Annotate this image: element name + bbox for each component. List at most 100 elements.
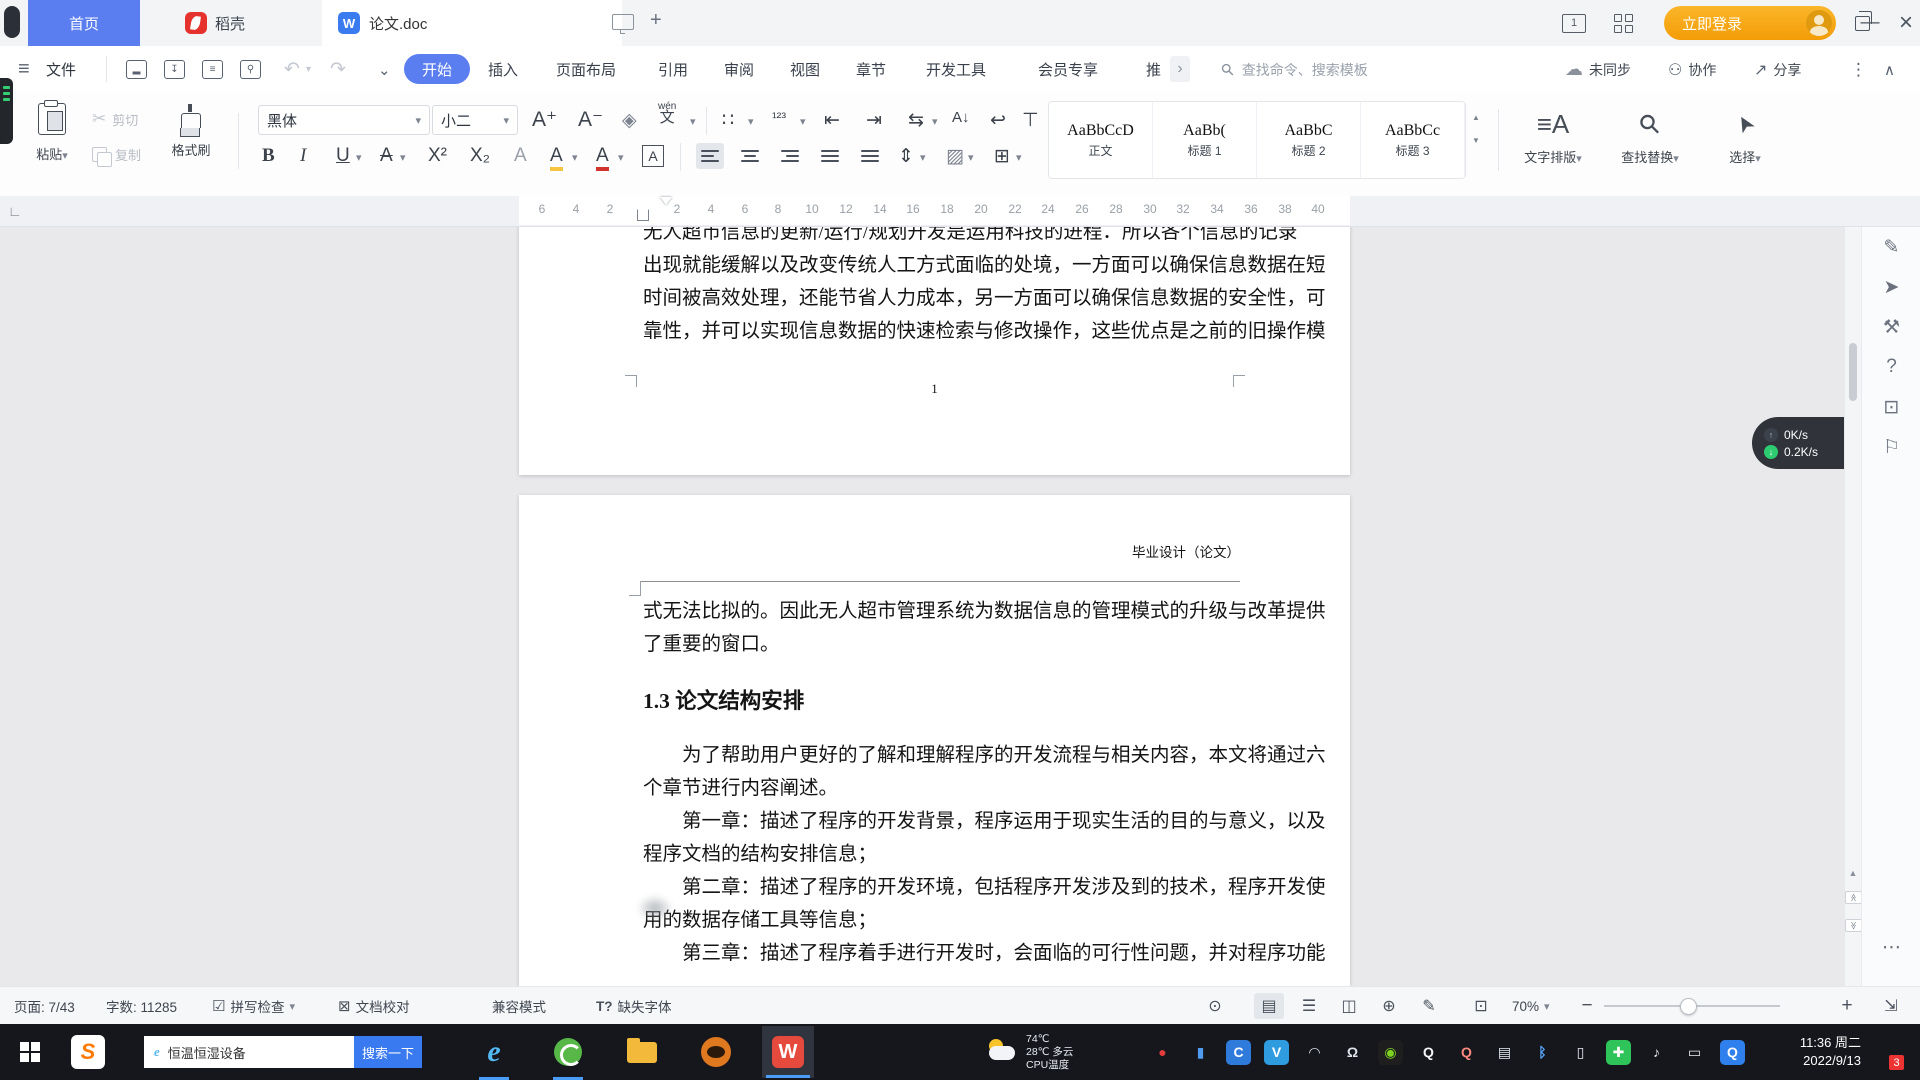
align-center-icon[interactable] [736, 143, 764, 169]
next-page-button[interactable]: ≫ [1846, 915, 1860, 935]
fit-page-icon[interactable]: ⊡ [1466, 993, 1496, 1019]
window-switch-icon[interactable]: 1 [1562, 0, 1596, 46]
outline-view-icon[interactable]: ☰ [1294, 993, 1324, 1019]
page-view-icon[interactable]: ▤ [1254, 993, 1284, 1019]
doc-line[interactable]: 式无法比拟的。因此无人超市管理系统为数据信息的管理模式的升级与改革提供 [643, 595, 1326, 628]
shading-icon[interactable]: ▨ [946, 145, 964, 168]
gallery-down-icon[interactable]: ▼ [1472, 136, 1480, 145]
style-item[interactable]: AaBbCcD 正文 [1049, 102, 1153, 178]
subscript-icon[interactable]: X₂ [470, 145, 490, 167]
tray-gpu-icon[interactable]: ◉ [1378, 1040, 1403, 1065]
find-replace-button[interactable]: ⚲ 查找替换▾ [1606, 107, 1694, 166]
tray-bluetooth-icon[interactable]: ᛒ [1530, 1040, 1555, 1065]
doc-proof-button[interactable]: ⊠ 文档校对 [338, 987, 410, 1025]
select-button[interactable]: ➤ 选择▾ [1712, 107, 1778, 166]
doc-line[interactable]: 了重要的窗口。 [643, 628, 1326, 661]
tray-display-icon[interactable]: ▭ [1682, 1040, 1707, 1065]
left-indent-marker[interactable] [637, 209, 649, 221]
taskbar-app-ie[interactable]: e [466, 1024, 522, 1080]
sogou-input-icon[interactable]: S [60, 1024, 116, 1080]
docked-widget[interactable] [4, 6, 20, 38]
text-effects-icon[interactable]: A [514, 145, 527, 167]
scroll-up-icon[interactable]: ▲ [1846, 863, 1860, 883]
screenshot-ocr-icon[interactable]: ⊡ [1862, 387, 1920, 427]
taskbar-search-button[interactable]: 搜索一下 [354, 1036, 422, 1068]
ribbon-tab-dev-tools[interactable]: 开发工具 [926, 46, 986, 93]
ribbon-tab-references[interactable]: 引用 [658, 46, 688, 93]
bold-icon[interactable]: B [262, 145, 275, 167]
increase-font-icon[interactable]: A⁺ [532, 107, 557, 132]
toolbox-icon[interactable]: ⚒ [1862, 307, 1920, 347]
tray-qq-2-icon[interactable]: Q [1454, 1040, 1479, 1065]
ribbon-tab-review[interactable]: 审阅 [724, 46, 754, 93]
section-heading[interactable]: 1.3 论文结构安排 [643, 685, 804, 718]
borders-caret-icon[interactable]: ▾ [1016, 151, 1022, 164]
tab-ruler-icon[interactable]: ⊤ [1022, 109, 1039, 132]
align-left-icon[interactable] [696, 143, 724, 169]
tab-home[interactable]: 首页 [28, 0, 140, 46]
apps-grid-icon[interactable] [1614, 0, 1644, 46]
tray-usb-icon[interactable]: ▮ [1188, 1040, 1213, 1065]
numbered-list-icon[interactable]: ¹²³ [772, 109, 786, 125]
zoom-slider-knob[interactable] [1680, 998, 1697, 1015]
print-icon[interactable]: ≡ [202, 46, 223, 93]
text-direction-icon[interactable]: A↓ [952, 109, 970, 126]
share-button[interactable]: ↗ 分享 [1754, 46, 1801, 93]
tray-security-shield-icon[interactable]: V [1264, 1040, 1289, 1065]
command-search[interactable]: ⚲ 查找命令、搜索模板 [1222, 46, 1368, 93]
spell-check-toggle[interactable]: ☑ 拼写检查▾ [212, 987, 295, 1025]
tray-notes-icon[interactable]: ▤ [1492, 1040, 1517, 1065]
page2-header[interactable]: 毕业设计（论文） [640, 543, 1240, 563]
weather-temp-block[interactable]: 74℃ 28℃ 多云 CPU温度 [1026, 1024, 1073, 1080]
doc-line[interactable]: 个章节进行内容阐述。 [643, 772, 1326, 805]
collaborate-button[interactable]: ⚇ 协作 [1668, 46, 1716, 93]
scrollbar-thumb[interactable] [1849, 343, 1857, 401]
tab-docer[interactable]: 稻壳 [140, 0, 290, 46]
bullet-caret-icon[interactable]: ▾ [748, 115, 754, 128]
zoom-out-icon[interactable]: − [1572, 993, 1602, 1019]
highlight-caret-icon[interactable]: ▾ [572, 151, 578, 164]
tray-wifi-icon[interactable]: ◠ [1302, 1040, 1327, 1065]
ribbon-tab-section[interactable]: 章节 [856, 46, 886, 93]
page-1[interactable]: 无人超市信息的更新/运行/规划开发是运用科技的进程．所以各个信息的记录出现就能缓… [519, 227, 1350, 475]
collapse-ribbon-icon[interactable]: ∧ [1884, 46, 1895, 93]
eye-protect-icon[interactable]: ⊙ [1200, 993, 1230, 1019]
page1-text[interactable]: 无人超市信息的更新/运行/规划开发是运用科技的进程．所以各个信息的记录出现就能缓… [643, 227, 1326, 348]
ribbon-tab-insert[interactable]: 插入 [488, 46, 518, 93]
shading-caret-icon[interactable]: ▾ [968, 151, 974, 164]
align-right-icon[interactable] [776, 143, 804, 169]
doc-line[interactable]: 第一章：描述了程序的开发背景，程序运用于现实生活的目的与意义，以及 [643, 805, 1326, 838]
more-menu-icon[interactable]: ⋮ [1850, 46, 1867, 93]
annotate-pen-icon[interactable]: ✎ [1862, 227, 1920, 267]
book-view-icon[interactable]: ◫ [1334, 993, 1364, 1019]
taskbar-app-360-browser[interactable] [540, 1024, 596, 1080]
sync-status[interactable]: ☁ 未同步 [1565, 46, 1631, 93]
wrap-icon[interactable]: ↩ [990, 109, 1006, 132]
taskbar-search-box[interactable]: e 恒温恒湿设备 [144, 1036, 354, 1068]
pinyin-guide-icon[interactable]: wén 文 [658, 101, 676, 123]
underline-icon[interactable]: U [336, 145, 350, 167]
line-spacing-icon[interactable]: ⇕ [898, 145, 914, 168]
print-preview-icon[interactable]: ⚲ [240, 46, 261, 93]
font-family-select[interactable]: 黑体▾ [258, 105, 430, 135]
tray-speedup-icon[interactable]: ✚ [1606, 1040, 1631, 1065]
new-tab-button[interactable]: + [650, 9, 662, 32]
taskbar-app-explorer[interactable] [614, 1024, 670, 1080]
tray-device-icon[interactable]: ▯ [1568, 1040, 1593, 1065]
taskbar-clock[interactable]: 11:36 周二 2022/9/13 [1733, 1024, 1861, 1080]
clear-format-icon[interactable]: ◈ [622, 109, 637, 132]
undo-icon[interactable]: ↶ [284, 46, 300, 93]
weather-icon[interactable] [984, 1024, 1020, 1080]
font-color-icon[interactable]: A [596, 145, 609, 171]
strikethrough-icon[interactable]: A [380, 145, 393, 167]
save-icon[interactable]: ▂ [126, 46, 147, 93]
ribbon-tab-view[interactable]: 视图 [790, 46, 820, 93]
doc-line[interactable]: 第二章：描述了程序的开发环境，包括程序开发涉及到的技术，程序开发使 [643, 871, 1326, 904]
pen-view-icon[interactable]: ✎ [1414, 993, 1444, 1019]
copy-button[interactable]: 复制 [92, 145, 141, 164]
ribbon-tab-overflow[interactable]: 推 [1146, 46, 1161, 93]
document-canvas[interactable]: 无人超市信息的更新/运行/规划开发是运用科技的进程．所以各个信息的记录出现就能缓… [0, 227, 1862, 986]
superscript-icon[interactable]: X² [428, 145, 447, 167]
cut-button[interactable]: ✂ 剪切 [92, 109, 138, 129]
tray-volume-icon[interactable]: ♪ [1644, 1040, 1669, 1065]
